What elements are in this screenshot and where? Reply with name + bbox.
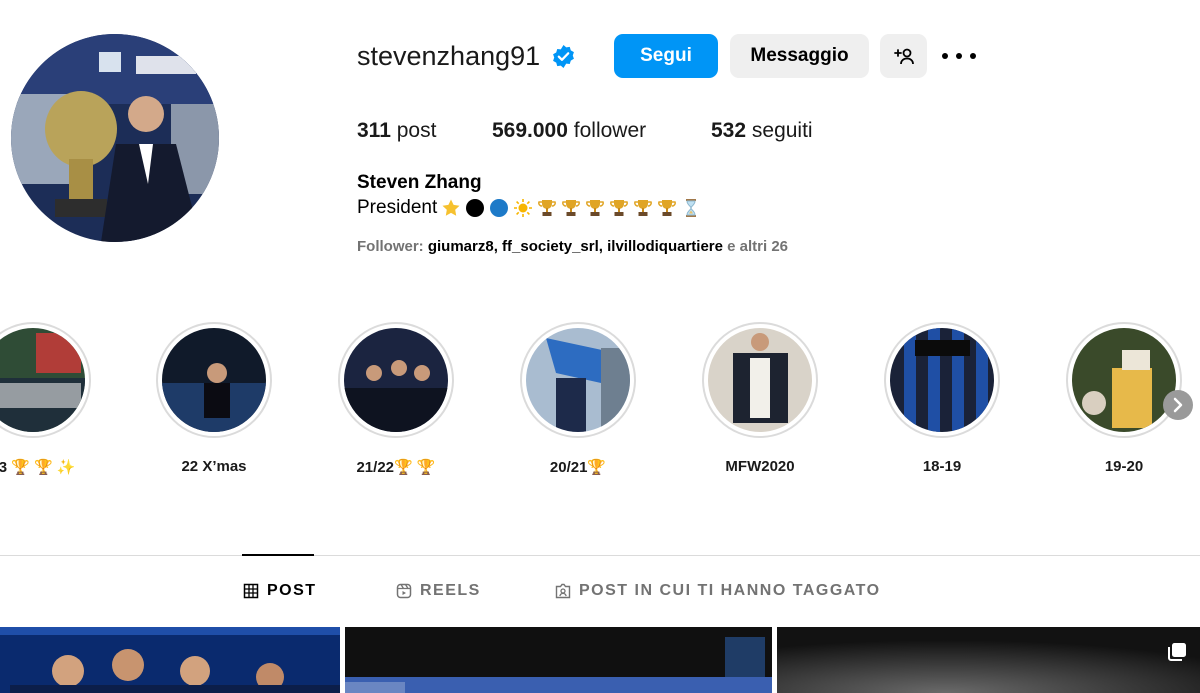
followed-by-user[interactable]: giumarz8: [428, 238, 494, 255]
more-options-icon[interactable]: [942, 44, 976, 68]
carousel-icon: [1168, 643, 1186, 661]
suggest-similar-button[interactable]: [880, 34, 927, 78]
chevron-right-icon: [1173, 397, 1183, 413]
highlight-item[interactable]: MFW2020: [702, 322, 818, 475]
tabs-divider: [0, 555, 1200, 556]
followers-stat[interactable]: 569.000 follower: [492, 118, 646, 144]
active-tab-indicator: [242, 554, 314, 556]
followed-by-user[interactable]: ilvillodiquartiere: [607, 238, 723, 255]
highlights-next-button[interactable]: [1163, 390, 1193, 420]
hourglass-icon: [686, 199, 697, 217]
tab-label: REELS: [420, 582, 481, 599]
highlight-label: 18-19: [922, 458, 962, 475]
highlight-label: 22 X’mas: [181, 458, 247, 475]
trophy-icon: [610, 200, 629, 216]
tab-label: POST IN CUI TI HANNO TAGGATO: [579, 582, 881, 599]
highlight-item[interactable]: 20/21🏆: [520, 322, 636, 476]
follow-button[interactable]: Segui: [614, 34, 718, 78]
highlight-item[interactable]: 23 🏆 🏆 ✨: [0, 322, 91, 476]
bio-text: President: [357, 197, 438, 218]
trophy-icon: [538, 200, 557, 216]
trophy-icon: [658, 200, 677, 216]
profile-full-name: Steven Zhang: [357, 172, 482, 193]
tab-label: POST: [267, 582, 317, 599]
star-icon: [442, 199, 460, 216]
reels-icon: [396, 583, 412, 599]
blue-circle-icon: [490, 199, 509, 217]
following-label: seguiti: [751, 119, 813, 142]
followed-by: Follower: giumarz8, ff_society_srl, ilvi…: [357, 238, 789, 255]
highlight-label: 20/21🏆: [549, 459, 607, 476]
highlight-item[interactable]: 18-19: [884, 322, 1000, 475]
profile-avatar[interactable]: [11, 34, 219, 242]
post-thumbnail[interactable]: [345, 627, 772, 693]
post-thumbnail[interactable]: [0, 627, 340, 693]
posts-stat: 311 post: [357, 118, 436, 144]
grid-icon: [243, 583, 259, 599]
highlight-item[interactable]: 21/22🏆 🏆: [338, 322, 454, 476]
tagged-icon: [555, 583, 571, 599]
followed-by-user[interactable]: ff_society_srl: [502, 238, 599, 255]
post-thumbnail[interactable]: [777, 627, 1200, 693]
followers-label: follower: [573, 119, 647, 142]
followed-by-suffix[interactable]: e altri 26: [727, 238, 788, 255]
tab-tagged[interactable]: POST IN CUI TI HANNO TAGGATO: [555, 582, 881, 600]
message-button[interactable]: Messaggio: [730, 34, 869, 78]
highlight-item[interactable]: 22 X’mas: [156, 322, 272, 475]
posts-count: 311: [357, 119, 391, 142]
following-count: 532: [711, 119, 747, 142]
followed-by-prefix: Follower:: [357, 238, 424, 255]
profile-username: stevenzhang91: [357, 41, 541, 71]
add-user-icon: [893, 48, 914, 65]
highlight-item[interactable]: 19-20: [1066, 322, 1182, 475]
highlight-label: 23 🏆 🏆 ✨: [0, 459, 76, 476]
highlight-label: 21/22🏆 🏆: [356, 459, 436, 476]
trophy-icon: [634, 200, 653, 216]
following-stat[interactable]: 532 seguiti: [711, 118, 813, 144]
highlight-label: 19-20: [1104, 458, 1144, 475]
profile-bio: President: [357, 196, 701, 220]
tab-reels[interactable]: REELS: [396, 582, 481, 600]
black-circle-icon: [466, 199, 485, 217]
followers-count: 569.000: [492, 119, 568, 142]
tab-posts[interactable]: POST: [243, 582, 317, 600]
sun-icon: [514, 199, 533, 217]
verified-badge-icon: [551, 44, 576, 69]
posts-label: post: [396, 119, 437, 142]
highlight-label: MFW2020: [725, 458, 795, 475]
trophy-icon: [586, 200, 605, 216]
trophy-icon: [562, 200, 581, 216]
